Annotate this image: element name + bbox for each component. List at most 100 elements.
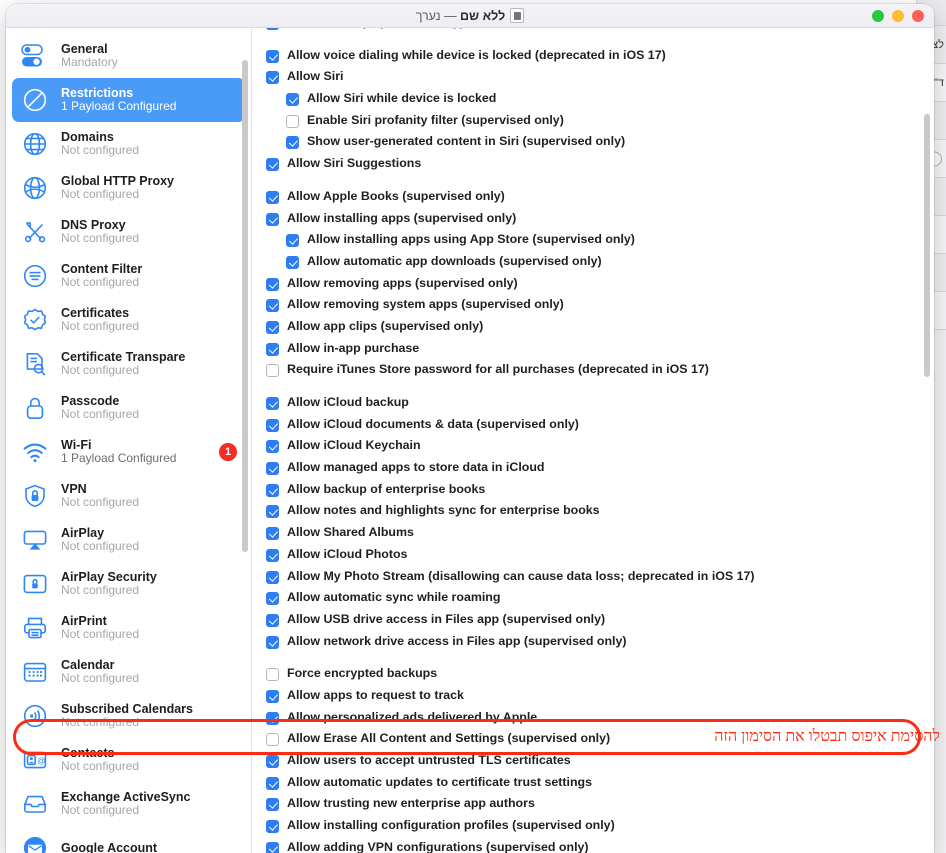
checkbox-unchecked-icon[interactable] bbox=[266, 733, 279, 747]
checkbox-checked-icon[interactable] bbox=[266, 190, 279, 204]
checkbox-unchecked-icon[interactable] bbox=[266, 364, 279, 378]
checkbox-unchecked-icon[interactable] bbox=[266, 668, 279, 682]
restriction-row[interactable]: Allow in-app purchase bbox=[266, 340, 920, 362]
sidebar-item-restrictions[interactable]: Restrictions 1 Payload Configured bbox=[12, 78, 245, 122]
restriction-row[interactable]: Allow Apple Books (supervised only) bbox=[266, 188, 920, 210]
sidebar-item-subscribed-calendars[interactable]: Subscribed Calendars Not configured bbox=[12, 694, 245, 738]
checkbox-checked-icon[interactable] bbox=[286, 93, 299, 107]
sidebar-item-airplay-security[interactable]: AirPlay Security Not configured bbox=[12, 562, 245, 606]
restriction-row[interactable]: Allow removing system apps (supervised o… bbox=[266, 296, 920, 318]
restriction-row[interactable]: Allow apps to request to track bbox=[266, 687, 920, 709]
sidebar-item-airplay[interactable]: AirPlay Not configured bbox=[12, 518, 245, 562]
restriction-row[interactable]: Allow Shared Albums bbox=[266, 524, 920, 546]
traffic-lights[interactable] bbox=[872, 9, 924, 22]
checkbox-checked-icon[interactable] bbox=[266, 342, 279, 356]
content-scrollbar[interactable] bbox=[924, 114, 930, 377]
sidebar-item-wi-fi[interactable]: Wi-Fi 1 Payload Configured 1 bbox=[12, 430, 245, 474]
restriction-row[interactable]: Allow automatic updates to certificate t… bbox=[266, 774, 920, 796]
sidebar-item-global-http-proxy[interactable]: Global HTTP Proxy Not configured bbox=[12, 166, 245, 210]
sidebar-item-exchange-activesync[interactable]: Exchange ActiveSync Not configured bbox=[12, 782, 245, 826]
checkbox-checked-icon[interactable] bbox=[266, 592, 279, 606]
checkbox-checked-icon[interactable] bbox=[266, 158, 279, 172]
window-titlebar[interactable]: ללא שם — נערך bbox=[6, 4, 934, 28]
checkbox-checked-icon[interactable] bbox=[266, 755, 279, 768]
checkbox-checked-icon[interactable] bbox=[286, 136, 299, 150]
sidebar-scrollbar[interactable] bbox=[242, 60, 248, 552]
checkbox-checked-icon[interactable] bbox=[266, 483, 279, 497]
checkbox-checked-icon[interactable] bbox=[266, 28, 279, 30]
restriction-row[interactable]: Allow notes and highlights sync for ente… bbox=[266, 502, 920, 524]
restriction-row[interactable]: Show user-generated content in Siri (sup… bbox=[266, 133, 920, 155]
restriction-row[interactable]: Force encrypted backups bbox=[266, 665, 920, 687]
sidebar-item-google-account[interactable]: Google Account bbox=[12, 826, 245, 853]
restriction-row[interactable]: Allow Radio (supervised only) bbox=[266, 28, 920, 36]
payload-sidebar[interactable]: General Mandatory Restrictions 1 Payload Co… bbox=[6, 28, 252, 853]
sidebar-item-domains[interactable]: Domains Not configured bbox=[12, 122, 245, 166]
checkbox-checked-icon[interactable] bbox=[266, 798, 279, 812]
checkbox-checked-icon[interactable] bbox=[266, 776, 279, 790]
checkbox-checked-icon[interactable] bbox=[266, 841, 279, 853]
checkbox-checked-icon[interactable] bbox=[266, 570, 279, 584]
checkbox-checked-icon[interactable] bbox=[266, 212, 279, 226]
restriction-row[interactable]: Allow Siri while device is locked bbox=[266, 90, 920, 112]
restriction-row[interactable]: Allow removing apps (supervised only) bbox=[266, 275, 920, 297]
restriction-row[interactable]: Allow installing apps using App Store (s… bbox=[266, 231, 920, 253]
restriction-row[interactable]: Allow backup of enterprise books bbox=[266, 481, 920, 503]
checkbox-checked-icon[interactable] bbox=[266, 277, 279, 291]
checkbox-checked-icon[interactable] bbox=[266, 462, 279, 476]
restriction-row[interactable]: Allow iCloud Photos bbox=[266, 546, 920, 568]
restriction-row[interactable]: Allow installing configuration profiles … bbox=[266, 817, 920, 839]
zoom-button[interactable] bbox=[872, 9, 884, 22]
checkbox-checked-icon[interactable] bbox=[266, 505, 279, 519]
restriction-row[interactable]: Allow users to accept untrusted TLS cert… bbox=[266, 752, 920, 774]
checkbox-checked-icon[interactable] bbox=[266, 49, 279, 63]
restriction-row[interactable]: Allow Siri Suggestions bbox=[266, 155, 920, 177]
restriction-row[interactable]: Allow trusting new enterprise app author… bbox=[266, 795, 920, 817]
checkbox-checked-icon[interactable] bbox=[266, 527, 279, 541]
checkbox-checked-icon[interactable] bbox=[266, 71, 279, 85]
sidebar-item-certificate-transpare[interactable]: Certificate Transpare Not configured bbox=[12, 342, 245, 386]
restriction-row[interactable]: Allow iCloud documents & data (supervise… bbox=[266, 416, 920, 438]
restriction-row[interactable]: Allow installing apps (supervised only) bbox=[266, 210, 920, 232]
restriction-row[interactable]: Allow managed apps to store data in iClo… bbox=[266, 459, 920, 481]
checkbox-checked-icon[interactable] bbox=[266, 711, 279, 725]
close-button[interactable] bbox=[912, 9, 924, 22]
restriction-row[interactable]: Enable Siri profanity filter (supervised… bbox=[266, 112, 920, 134]
restriction-row[interactable]: Allow automatic sync while roaming bbox=[266, 589, 920, 611]
restriction-row[interactable]: Allow adding VPN configurations (supervi… bbox=[266, 839, 920, 853]
checkbox-checked-icon[interactable] bbox=[266, 397, 279, 410]
restriction-row[interactable]: Allow voice dialing while device is lock… bbox=[266, 47, 920, 69]
restriction-row[interactable]: Allow iCloud backup bbox=[266, 394, 920, 416]
checkbox-checked-icon[interactable] bbox=[266, 418, 279, 432]
restriction-row[interactable]: Allow My Photo Stream (disallowing can c… bbox=[266, 568, 920, 590]
restriction-row[interactable]: Allow app clips (supervised only) bbox=[266, 318, 920, 340]
checkbox-checked-icon[interactable] bbox=[266, 635, 279, 649]
sidebar-item-passcode[interactable]: Passcode Not configured bbox=[12, 386, 245, 430]
checkbox-checked-icon[interactable] bbox=[266, 320, 279, 334]
restriction-row[interactable]: Require iTunes Store password for all pu… bbox=[266, 361, 920, 383]
checkbox-checked-icon[interactable] bbox=[266, 689, 279, 703]
sidebar-item-content-filter[interactable]: Content Filter Not configured bbox=[12, 254, 245, 298]
sidebar-item-airprint[interactable]: AirPrint Not configured bbox=[12, 606, 245, 650]
checkbox-checked-icon[interactable] bbox=[266, 548, 279, 562]
sidebar-item-certificates[interactable]: Certificates Not configured bbox=[12, 298, 245, 342]
restriction-row[interactable]: Allow iCloud Keychain bbox=[266, 437, 920, 459]
checkbox-checked-icon[interactable] bbox=[286, 234, 299, 248]
checkbox-checked-icon[interactable] bbox=[266, 440, 279, 454]
payload-list[interactable]: General Mandatory Restrictions 1 Payload Co… bbox=[6, 34, 251, 853]
sidebar-item-general[interactable]: General Mandatory bbox=[12, 34, 245, 78]
sidebar-item-vpn[interactable]: VPN Not configured bbox=[12, 474, 245, 518]
sidebar-item-calendar[interactable]: Calendar Not configured bbox=[12, 650, 245, 694]
sidebar-item-contacts[interactable]: @ Contacts Not configured bbox=[12, 738, 245, 782]
checkbox-unchecked-icon[interactable] bbox=[286, 114, 299, 128]
checkbox-checked-icon[interactable] bbox=[266, 613, 279, 627]
restriction-row[interactable]: Allow network drive access in Files app … bbox=[266, 633, 920, 655]
restriction-row[interactable]: Allow USB drive access in Files app (sup… bbox=[266, 611, 920, 633]
checkbox-checked-icon[interactable] bbox=[266, 299, 279, 313]
checkbox-checked-icon[interactable] bbox=[286, 255, 299, 269]
restriction-row[interactable]: Allow Siri bbox=[266, 68, 920, 90]
sidebar-item-dns-proxy[interactable]: DNS Proxy Not configured bbox=[12, 210, 245, 254]
minimize-button[interactable] bbox=[892, 9, 904, 22]
restriction-row[interactable]: Allow automatic app downloads (supervise… bbox=[266, 253, 920, 275]
checkbox-checked-icon[interactable] bbox=[266, 820, 279, 834]
